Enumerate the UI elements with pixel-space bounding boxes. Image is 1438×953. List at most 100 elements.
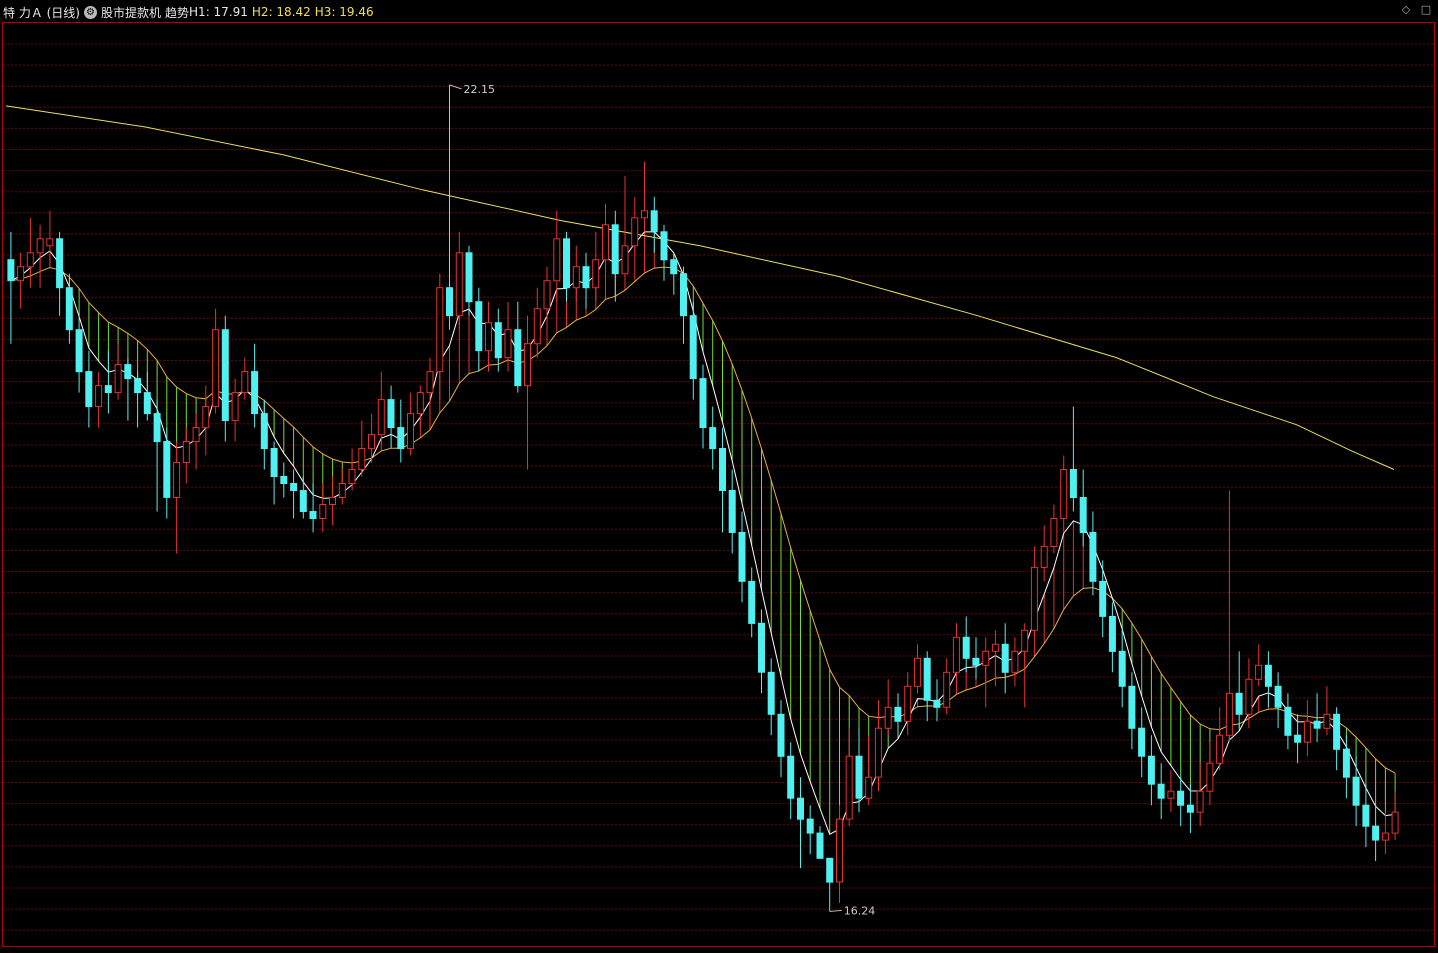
candle-body bbox=[36, 238, 44, 254]
candle-body bbox=[1274, 685, 1282, 708]
candle-body bbox=[153, 413, 161, 443]
candle-body bbox=[1147, 755, 1155, 785]
candle-body bbox=[1255, 664, 1263, 680]
gear-icon[interactable]: ⚙ bbox=[84, 5, 97, 19]
candle-body bbox=[1323, 713, 1331, 729]
candle-body bbox=[1196, 790, 1204, 813]
chart-frame: 22.15 16.24 bbox=[0, 0, 1438, 949]
candle-body bbox=[543, 280, 551, 310]
candle-body bbox=[1060, 469, 1068, 519]
candle-body bbox=[1206, 762, 1214, 792]
candle-body bbox=[290, 483, 298, 491]
candle-body bbox=[1352, 776, 1360, 806]
candle-body bbox=[504, 329, 512, 359]
candle-body bbox=[874, 727, 882, 778]
candle-body bbox=[524, 343, 531, 387]
candle-body bbox=[582, 266, 590, 289]
candle-body bbox=[563, 238, 570, 289]
h3-value: H3: 19.46 bbox=[314, 5, 374, 19]
candle-body bbox=[75, 329, 83, 373]
candle-body bbox=[124, 364, 132, 380]
chart-header: 特 力Ａ (日线) ⚙ 股市提款机 趋势 H1: 17.91 H2: 18.42… bbox=[3, 3, 378, 21]
candle-body bbox=[202, 406, 210, 429]
candle-body bbox=[1138, 727, 1146, 757]
stock-title[interactable]: 特 力Ａ (日线) bbox=[3, 4, 80, 21]
candle-body bbox=[387, 399, 395, 429]
candle-body bbox=[416, 392, 424, 415]
candle-body bbox=[1030, 566, 1038, 631]
candle-body bbox=[455, 252, 463, 317]
candle-body bbox=[1167, 790, 1175, 799]
candle-body bbox=[728, 490, 736, 533]
candle-body bbox=[1372, 825, 1380, 841]
candle-body bbox=[475, 301, 483, 352]
candle-body bbox=[465, 252, 473, 303]
candle-body bbox=[923, 657, 931, 701]
candle-body bbox=[1235, 692, 1243, 715]
candle-body bbox=[299, 490, 307, 512]
candle-body bbox=[1303, 720, 1311, 743]
candle-body bbox=[592, 259, 600, 289]
candle-body bbox=[650, 210, 658, 233]
candle-body bbox=[680, 273, 687, 317]
square-icon[interactable]: □ bbox=[1420, 4, 1432, 16]
candle-body bbox=[65, 287, 73, 331]
candle-body bbox=[1118, 650, 1126, 687]
candle-body bbox=[348, 469, 356, 484]
candle-body bbox=[1128, 685, 1136, 729]
candle-body bbox=[104, 385, 112, 394]
candle-body bbox=[738, 531, 746, 582]
candle-body bbox=[1069, 469, 1077, 498]
indicator-name[interactable]: 股市提款机 bbox=[101, 4, 161, 21]
candle-body bbox=[1079, 497, 1087, 533]
candle-body bbox=[787, 755, 795, 799]
candle-body bbox=[368, 434, 375, 450]
candle-body bbox=[1021, 629, 1029, 652]
candle-body bbox=[553, 238, 561, 282]
candle-body bbox=[377, 399, 385, 436]
candle-body bbox=[494, 322, 502, 359]
candlestick-chart[interactable]: 22.15 16.24 bbox=[0, 0, 1438, 949]
candle-body bbox=[631, 217, 639, 247]
candle-body bbox=[904, 685, 912, 722]
candle-body bbox=[1177, 790, 1185, 806]
candle-body bbox=[514, 329, 522, 387]
diamond-icon[interactable]: ◇ bbox=[1400, 4, 1412, 16]
candle-body bbox=[280, 476, 288, 484]
candle-body bbox=[163, 441, 171, 498]
candle-body bbox=[251, 371, 259, 415]
candle-body bbox=[943, 671, 951, 708]
candle-body bbox=[816, 832, 824, 859]
candle-body bbox=[1313, 720, 1321, 729]
candle-body bbox=[309, 511, 317, 519]
candle-body bbox=[1157, 783, 1165, 799]
candle-body bbox=[1264, 664, 1272, 687]
candle-body bbox=[982, 650, 990, 666]
candle-body bbox=[1342, 748, 1350, 778]
candle-body bbox=[1362, 804, 1370, 827]
candle-body bbox=[358, 448, 366, 470]
candle-body bbox=[270, 448, 278, 477]
candle-body bbox=[134, 378, 142, 394]
low-marker-label: 16.24 bbox=[844, 904, 876, 917]
candle-body bbox=[1186, 804, 1194, 813]
candle-body bbox=[836, 818, 843, 883]
candle-body bbox=[56, 238, 64, 289]
candle-body bbox=[602, 224, 609, 261]
candle-body bbox=[407, 413, 414, 450]
candle-body bbox=[338, 483, 346, 498]
candle-body bbox=[26, 252, 34, 268]
candle-body bbox=[533, 308, 541, 345]
candle-body bbox=[913, 657, 921, 687]
candle-body bbox=[748, 580, 756, 624]
candle-body bbox=[572, 266, 580, 289]
candle-body bbox=[806, 818, 814, 834]
candle-body bbox=[1245, 678, 1253, 715]
candle-body bbox=[894, 706, 902, 722]
candle-body bbox=[319, 504, 327, 519]
candle-body bbox=[777, 713, 785, 757]
candle-body bbox=[397, 427, 405, 450]
high-marker-label: 22.15 bbox=[464, 83, 496, 96]
candle-body bbox=[972, 657, 980, 666]
candle-body bbox=[1050, 518, 1058, 547]
